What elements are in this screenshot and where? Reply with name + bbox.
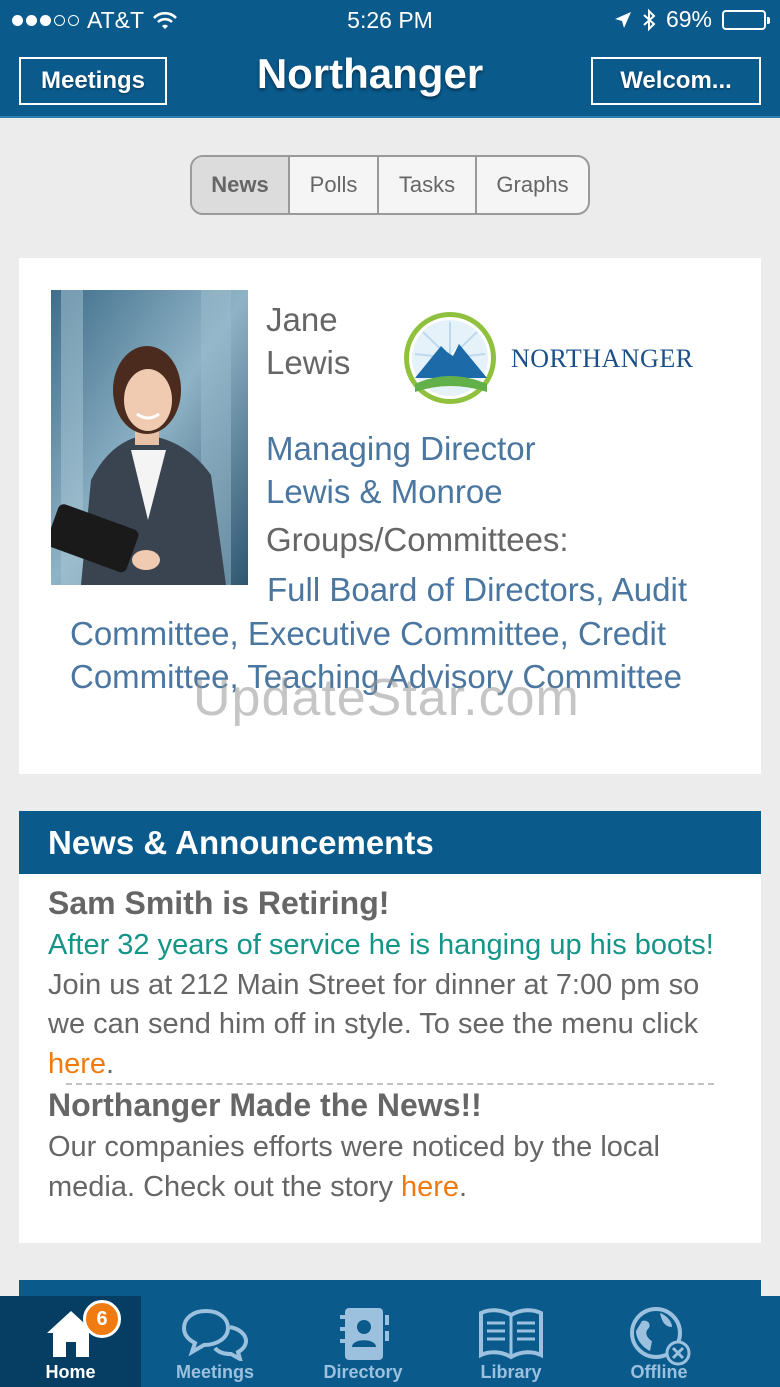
- logo-wordmark: NORTHANGER: [511, 344, 694, 373]
- menu-link[interactable]: here: [48, 1048, 106, 1080]
- news-divider: [66, 1083, 714, 1085]
- tab-label: Meetings: [175, 1362, 254, 1382]
- profile-company[interactable]: Lewis & Monroe: [266, 473, 503, 511]
- news-heading: News & Announcements: [19, 811, 761, 874]
- news-item-highlight: After 32 years of service he is hanging …: [48, 929, 714, 961]
- location-arrow-icon: [614, 11, 631, 28]
- company-logo: NORTHANGER: [401, 306, 701, 410]
- tab-meetings[interactable]: Meetings: [141, 1296, 289, 1387]
- segmented-control: News Polls Tasks Graphs: [190, 155, 590, 215]
- status-bar: AT&T 5:26 PM 69%: [0, 0, 780, 40]
- tab-news[interactable]: News: [192, 157, 290, 213]
- news-item: Sam Smith is Retiring! After 32 years of…: [48, 885, 738, 1084]
- groups-label: Groups/Committees:: [266, 521, 569, 558]
- page-title: Northanger: [256, 50, 484, 97]
- profile-first-name: Jane: [266, 301, 338, 338]
- chat-bubbles-icon: [182, 1308, 248, 1361]
- news-item-end: .: [459, 1170, 468, 1203]
- groups-list[interactable]: Full Board of Directors, Audit Committee…: [70, 568, 740, 699]
- tab-directory[interactable]: Directory: [289, 1296, 437, 1387]
- news-item-end: .: [106, 1047, 115, 1080]
- bottom-tab-bar: 6 Home Meetings Directory Library Offlin…: [0, 1296, 780, 1387]
- profile-name: Jane Lewis: [266, 298, 350, 384]
- profile-photo: [51, 290, 248, 585]
- news-item-body: Our companies efforts were noticed by th…: [48, 1128, 738, 1207]
- tab-offline[interactable]: Offline: [585, 1296, 733, 1387]
- profile-position[interactable]: Managing Director: [266, 430, 536, 468]
- news-item-text: Our companies efforts were noticed by th…: [48, 1131, 661, 1203]
- meetings-nav-button[interactable]: Meetings: [19, 57, 167, 105]
- battery-percent: 69%: [665, 6, 712, 32]
- news-item-title: Northanger Made the News!!: [48, 1087, 482, 1123]
- profile-last-name: Lewis: [266, 344, 351, 381]
- welcome-nav-button[interactable]: Welcom...: [591, 57, 761, 105]
- bluetooth-icon: [643, 8, 656, 31]
- news-item: Northanger Made the News!! Our companies…: [48, 1087, 738, 1207]
- contact-book-icon: [340, 1308, 389, 1360]
- news-card: News & Announcements Sam Smith is Retiri…: [19, 811, 761, 1243]
- globe-offline-icon: [630, 1307, 691, 1366]
- battery-icon: [722, 9, 770, 30]
- tab-label: Directory: [323, 1362, 403, 1382]
- open-book-icon: [479, 1308, 543, 1360]
- tab-tasks[interactable]: Tasks: [379, 157, 477, 213]
- tab-label: Library: [480, 1362, 542, 1382]
- tab-label: Home: [45, 1362, 96, 1382]
- top-bar: AT&T 5:26 PM 69% Meetings Northanger Wel…: [0, 0, 780, 118]
- tab-library[interactable]: Library: [437, 1296, 585, 1387]
- tab-polls[interactable]: Polls: [290, 157, 379, 213]
- tab-home[interactable]: 6 Home: [0, 1296, 141, 1387]
- news-item-title: Sam Smith is Retiring!: [48, 885, 390, 921]
- tab-graphs[interactable]: Graphs: [477, 157, 588, 213]
- story-link[interactable]: here: [401, 1171, 459, 1203]
- news-item-body: After 32 years of service he is hanging …: [48, 926, 738, 1084]
- notification-badge: 6: [83, 1300, 121, 1338]
- news-item-text: Join us at 212 Main Street for dinner at…: [48, 968, 700, 1041]
